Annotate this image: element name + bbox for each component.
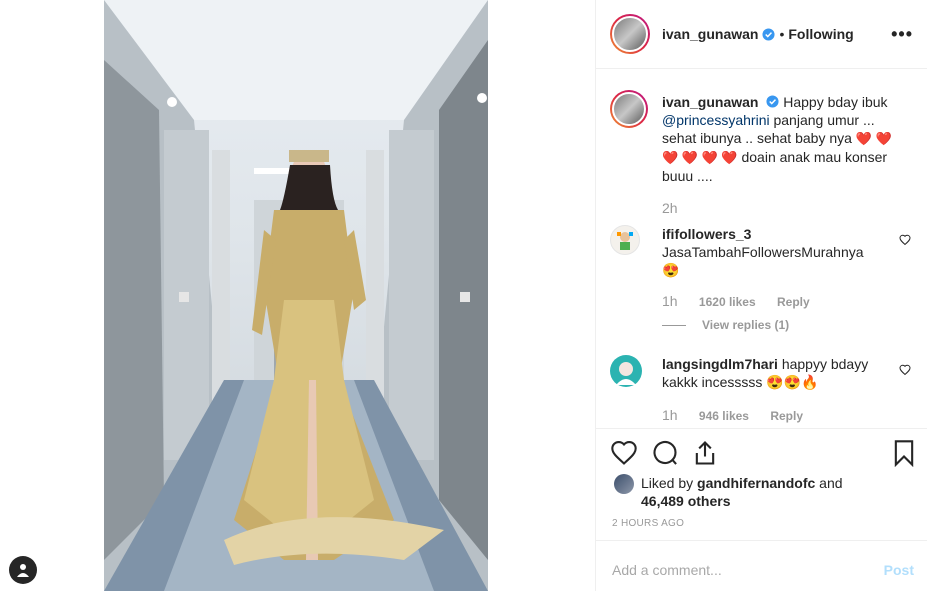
comment-emoji: 😍 xyxy=(662,262,680,278)
comment-input[interactable]: Add a comment... xyxy=(612,562,722,578)
liked-by-text: Liked by gandhifernandofc and 46,489 oth… xyxy=(641,474,921,510)
comment-avatar[interactable] xyxy=(610,355,642,387)
cartoon-avatar-icon xyxy=(617,232,633,250)
comment-avatar[interactable] xyxy=(610,225,640,255)
following-button[interactable]: Following xyxy=(788,26,853,42)
post-sidebar: ivan_gunawan • Following ••• ivan_gunawa… xyxy=(595,0,927,591)
caption-mention[interactable]: @princessyahrini xyxy=(662,112,770,128)
reply-button[interactable]: Reply xyxy=(770,409,803,423)
likes-count[interactable]: 46,489 others xyxy=(641,493,731,509)
comment-emoji: 😍😍🔥 xyxy=(766,374,819,390)
comment-form: Add a comment... Post xyxy=(596,540,927,591)
caption-line-b: panjang umur ... xyxy=(773,112,875,128)
share-icon[interactable] xyxy=(691,439,719,467)
liker-username[interactable]: gandhifernandofc xyxy=(697,475,815,491)
comment-body: JasaTambahFollowersMurahnya xyxy=(662,244,864,260)
caption-username[interactable]: ivan_gunawan xyxy=(662,94,758,110)
caption-avatar[interactable] xyxy=(610,90,648,128)
verified-badge-icon xyxy=(762,27,776,41)
photo-illustration xyxy=(104,0,488,591)
comment-body-b: kakkk incesssss xyxy=(662,374,763,390)
user-icon xyxy=(17,564,29,577)
verified-badge-icon xyxy=(766,95,779,108)
caption-hearts-1: ❤️ ❤️ xyxy=(855,131,892,146)
caption-line-a: Happy bday ibuk xyxy=(783,94,888,110)
like-comment-heart-icon[interactable] xyxy=(899,234,911,246)
comment-time: 1h xyxy=(662,293,678,309)
comments-section: ivan_gunawan Happy bday ibuk @princessya… xyxy=(596,70,927,428)
caption-text: ivan_gunawan Happy bday ibuk @princessya… xyxy=(662,93,902,185)
post-photo[interactable] xyxy=(104,0,488,591)
caption-line-d: doain anak mau konser xyxy=(741,149,888,165)
replies-divider xyxy=(662,324,686,326)
bookmark-icon[interactable] xyxy=(890,439,918,467)
profile-avatar-button[interactable] xyxy=(9,556,37,584)
post-header: ivan_gunawan • Following ••• xyxy=(596,0,927,69)
comment-bubble-icon[interactable] xyxy=(651,439,679,467)
comment-time: 1h xyxy=(662,407,678,423)
post-comment-button[interactable]: Post xyxy=(884,562,914,578)
view-replies-button[interactable]: View replies (1) xyxy=(662,318,789,332)
more-options-icon[interactable]: ••• xyxy=(891,25,913,43)
comment-likes[interactable]: 946 likes xyxy=(699,409,749,423)
author-username[interactable]: ivan_gunawan xyxy=(662,26,758,42)
caption-meta: 2h xyxy=(662,200,696,216)
liker-avatar[interactable] xyxy=(614,474,634,494)
reply-button[interactable]: Reply xyxy=(777,295,810,309)
like-heart-icon[interactable] xyxy=(610,439,638,467)
liked-by-and: and xyxy=(819,475,843,491)
comment-text: ififollowers_3 JasaTambahFollowersMurahn… xyxy=(662,225,884,279)
caption-time: 2h xyxy=(662,200,678,216)
comment-meta: 1h 946 likes Reply xyxy=(662,407,821,423)
comment-body-a: happyy bdayy xyxy=(781,356,869,372)
comment-likes[interactable]: 1620 likes xyxy=(699,295,756,309)
comment-username[interactable]: ififollowers_3 xyxy=(662,226,751,242)
view-replies-label: View replies (1) xyxy=(702,318,790,332)
post-timestamp[interactable]: 2 HOURS AGO xyxy=(612,518,684,529)
author-avatar[interactable] xyxy=(610,14,650,54)
liked-by: Liked by gandhifernandofc and 46,489 oth… xyxy=(610,474,920,514)
comment-meta: 1h 1620 likes Reply xyxy=(662,293,828,309)
liked-by-prefix: Liked by xyxy=(641,475,694,491)
caption-line-c: sehat ibunya .. sehat baby nya xyxy=(662,130,852,146)
caption-line-e: buuu .... xyxy=(662,168,713,184)
caption-hearts-2: ❤️ ❤️ ❤️ ❤️ xyxy=(662,150,738,165)
separator-dot: • xyxy=(779,26,785,42)
comment-username[interactable]: langsingdlm7hari xyxy=(662,356,778,372)
profile-photo-icon xyxy=(616,362,636,385)
action-bar xyxy=(596,428,927,478)
comment-text: langsingdlm7hari happyy bdayy kakkk ince… xyxy=(662,355,884,391)
like-comment-heart-icon[interactable] xyxy=(899,364,911,376)
